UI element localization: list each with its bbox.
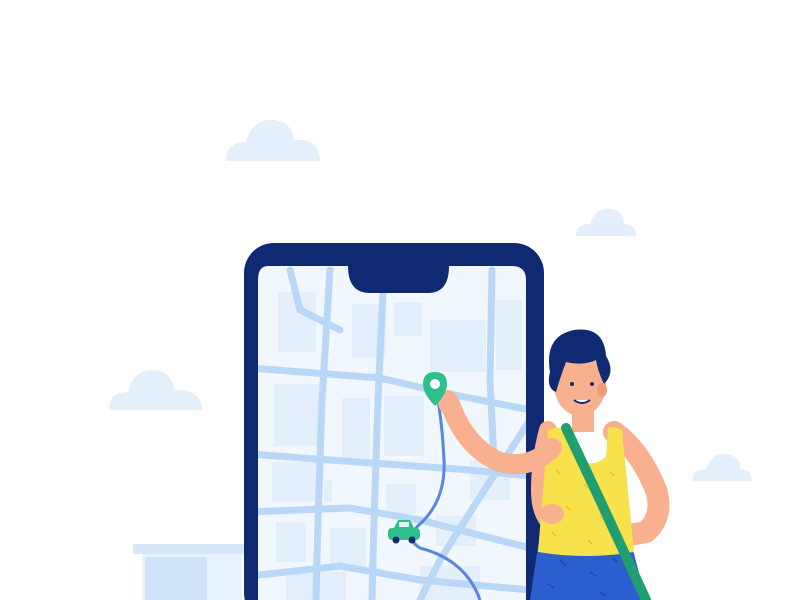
cloud-top-left	[226, 119, 320, 161]
cloud-right	[692, 453, 752, 481]
map-screen	[258, 266, 526, 600]
cloud-left	[109, 369, 202, 410]
building	[133, 544, 245, 600]
navigation-illustration	[109, 119, 752, 600]
illustration-stage	[0, 0, 799, 600]
cloud-top-right	[576, 208, 636, 236]
phone	[244, 243, 544, 600]
